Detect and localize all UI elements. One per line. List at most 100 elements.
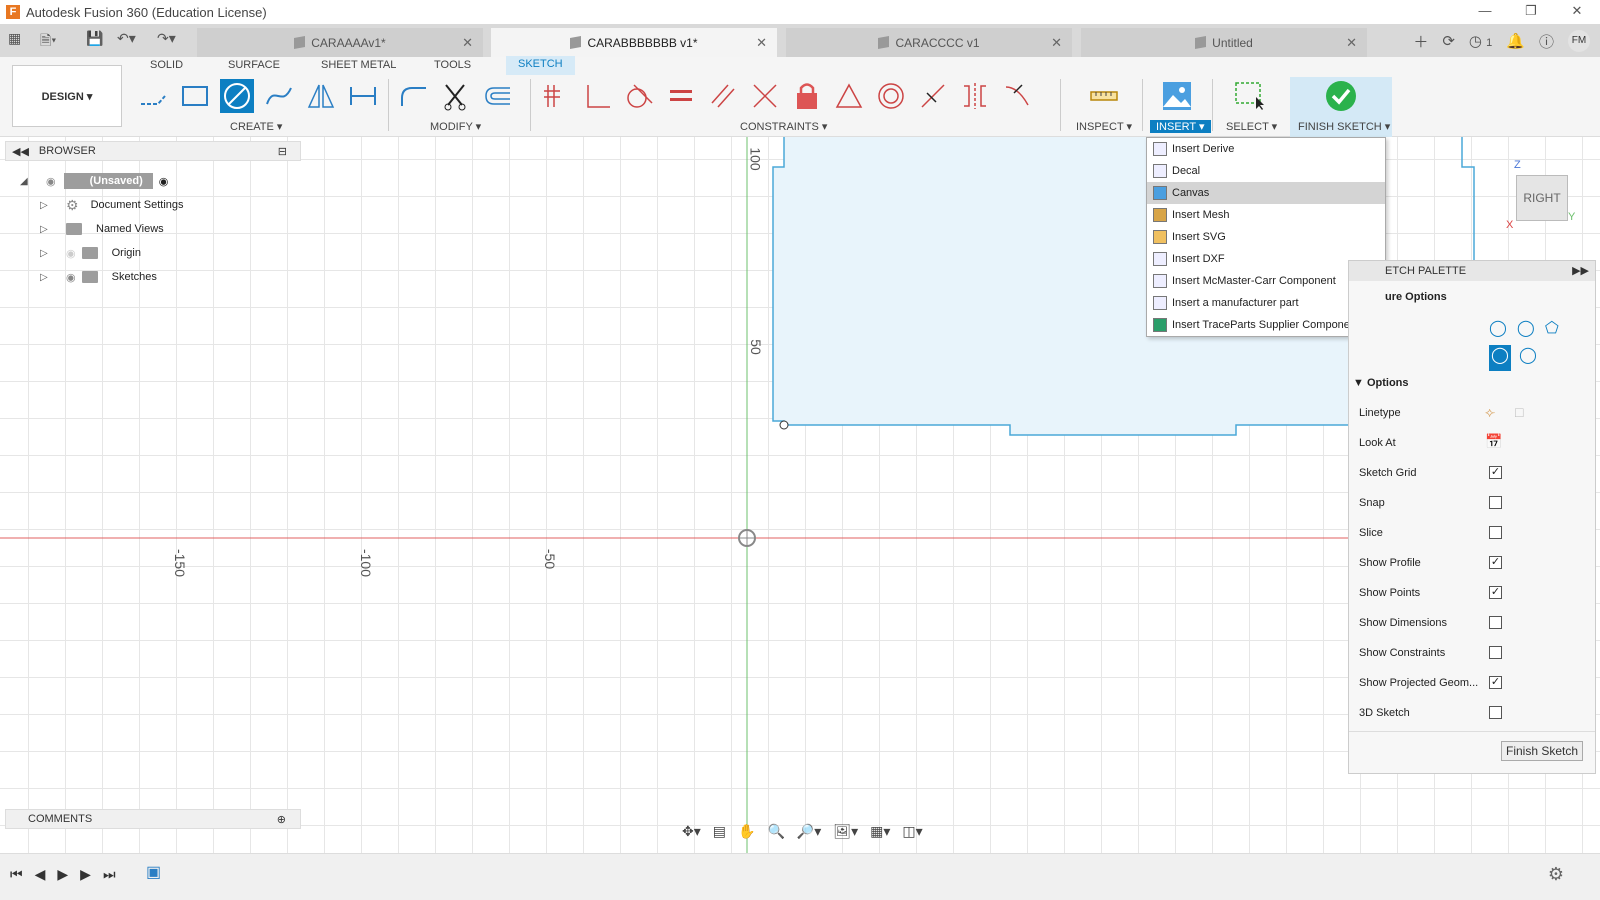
doc-tab-1[interactable]: CARAAAAv1* ✕ <box>197 28 483 57</box>
palette-header[interactable]: ETCH PALETTE ▶▶ <box>1349 261 1595 281</box>
snap-checkbox[interactable] <box>1489 496 1502 509</box>
spline-tool-icon[interactable] <box>262 79 296 113</box>
tangent-circle-icon[interactable]: ◯ <box>1489 345 1511 371</box>
new-tab-icon[interactable]: ＋ <box>1413 31 1428 52</box>
tree-item-document-settings[interactable]: ▷ ⚙ Document Settings <box>40 195 184 215</box>
modify-group-label[interactable]: MODIFY ▾ <box>430 120 481 133</box>
show-constraints-checkbox[interactable] <box>1489 646 1502 659</box>
measure-tool-icon[interactable] <box>1087 79 1121 113</box>
mirror-tool-icon[interactable] <box>304 79 338 113</box>
midpoint-constraint-icon[interactable] <box>916 79 950 113</box>
viewports-icon[interactable]: ◫▾ <box>902 823 922 840</box>
help-icon[interactable]: ⓘ <box>1539 31 1554 52</box>
workspace-switcher-button[interactable]: DESIGN ▾ <box>12 65 122 127</box>
visibility-eye-icon[interactable]: ◉ <box>46 175 56 188</box>
menu-item-insert-derive[interactable]: Insert Derive <box>1147 138 1385 160</box>
show-dimensions-checkbox[interactable] <box>1489 616 1502 629</box>
triangle-constraint-icon[interactable] <box>832 79 866 113</box>
visibility-eye-icon[interactable]: ◉ <box>66 271 76 284</box>
menu-item-decal[interactable]: Decal <box>1147 160 1385 182</box>
save-icon[interactable]: 💾 <box>86 30 103 47</box>
symmetry-constraint-icon[interactable] <box>958 79 992 113</box>
slice-checkbox[interactable] <box>1489 526 1502 539</box>
coincident-constraint-icon[interactable] <box>538 79 572 113</box>
look-at-icon[interactable]: 📅 <box>1485 433 1502 450</box>
pan-hand-icon[interactable]: ✋ <box>738 823 755 840</box>
expand-arrow-icon[interactable]: ▷ <box>40 224 52 235</box>
close-tab-icon[interactable]: ✕ <box>1346 35 1357 51</box>
step-forward-icon[interactable]: ▶ <box>80 866 91 883</box>
close-tab-icon[interactable]: ✕ <box>1051 35 1062 51</box>
fix-lock-icon[interactable] <box>790 79 824 113</box>
dimension-tool-icon[interactable] <box>346 79 380 113</box>
grid-settings-icon[interactable]: ▦▾ <box>870 823 890 840</box>
insert-image-icon[interactable] <box>1160 79 1194 113</box>
minus-icon[interactable]: ⊟ <box>278 145 287 158</box>
show-projected-geometry-checkbox[interactable]: ✓ <box>1489 676 1502 689</box>
collinear-constraint-icon[interactable] <box>748 79 782 113</box>
fillet-tool-icon[interactable] <box>396 79 430 113</box>
comments-panel[interactable]: COMMENTS ⊕ <box>5 809 301 829</box>
maximize-button[interactable]: ❐ <box>1508 0 1554 22</box>
curvature-constraint-icon[interactable] <box>1000 79 1034 113</box>
orbit-icon[interactable]: ✥▾ <box>682 823 701 840</box>
go-to-end-icon[interactable]: ⏭ <box>103 866 116 883</box>
step-back-icon[interactable]: ◀ <box>35 866 46 883</box>
menu-item-insert-mesh[interactable]: Insert Mesh <box>1147 204 1385 226</box>
activate-radio-icon[interactable]: ◉ <box>159 175 169 188</box>
create-group-label[interactable]: CREATE ▾ <box>230 120 282 133</box>
grid-icon[interactable]: ▦ <box>8 30 21 47</box>
line-tool-icon[interactable] <box>136 79 170 113</box>
sketch-timeline-icon[interactable]: ▣ <box>146 862 161 882</box>
view-cube[interactable]: Z RIGHT Y X <box>1506 159 1575 231</box>
construction-line-icon[interactable]: ⟣ <box>1485 404 1495 421</box>
redo-icon[interactable]: ↷▾ <box>157 30 176 47</box>
constraints-group-label[interactable]: CONSTRAINTS ▾ <box>740 120 827 133</box>
offset-tool-icon[interactable] <box>480 79 514 113</box>
rectangle-tool-icon[interactable] <box>178 79 212 113</box>
expand-arrow-icon[interactable]: ▷ <box>40 200 52 211</box>
circle-tool-icon[interactable] <box>220 79 254 113</box>
tree-item-sketches[interactable]: ▷ ◉ Sketches <box>40 267 157 287</box>
three-point-circle-icon[interactable]: ⬠ <box>1545 318 1559 338</box>
go-to-start-icon[interactable]: ⏮ <box>10 866 23 883</box>
finish-sketch-label[interactable]: FINISH SKETCH ▾ <box>1298 120 1390 133</box>
parallel-constraint-icon[interactable] <box>706 79 740 113</box>
extensions-icon[interactable]: ⟳ <box>1442 32 1455 50</box>
3d-sketch-checkbox[interactable] <box>1489 706 1502 719</box>
tree-root[interactable]: ◢ ◉ (Unsaved) ◉ <box>20 171 168 191</box>
doc-tab-2[interactable]: CARABBBBBBB v1* ✕ <box>491 28 777 57</box>
zoom-icon[interactable]: 🔍 <box>767 823 784 840</box>
perpendicular-constraint-icon[interactable] <box>580 79 614 113</box>
doc-tab-3[interactable]: CARACCCC v1 ✕ <box>786 28 1072 57</box>
menu-item-insert-svg[interactable]: Insert SVG <box>1147 226 1385 248</box>
tree-item-named-views[interactable]: ▷ Named Views <box>40 219 164 239</box>
close-tab-icon[interactable]: ✕ <box>462 35 473 51</box>
add-comment-icon[interactable]: ⊕ <box>277 813 286 826</box>
centerline-icon[interactable]: □ <box>1515 404 1523 420</box>
expand-arrow-icon[interactable]: ▷ <box>40 248 52 259</box>
expand-arrow-icon[interactable]: ◢ <box>20 176 32 187</box>
file-menu-icon[interactable]: 🗎▾ <box>40 30 56 54</box>
center-circle-icon[interactable]: ◯ <box>1489 318 1507 338</box>
viewcube-face[interactable]: RIGHT <box>1516 175 1568 221</box>
menu-item-canvas[interactable]: Canvas <box>1147 182 1385 204</box>
finish-checkmark-icon[interactable] <box>1324 79 1358 113</box>
show-points-checkbox[interactable]: ✓ <box>1489 586 1502 599</box>
expand-palette-icon[interactable]: ▶▶ <box>1572 261 1589 281</box>
show-profile-checkbox[interactable]: ✓ <box>1489 556 1502 569</box>
concentric-constraint-icon[interactable] <box>874 79 908 113</box>
minimize-button[interactable]: — <box>1462 0 1508 22</box>
finish-sketch-button[interactable]: Finish Sketch <box>1501 741 1584 761</box>
close-window-button[interactable]: ✕ <box>1554 0 1600 22</box>
select-window-icon[interactable] <box>1232 79 1266 113</box>
equal-constraint-icon[interactable] <box>664 79 698 113</box>
inspect-group-label[interactable]: INSPECT ▾ <box>1076 120 1132 133</box>
timeline-settings-gear-icon[interactable]: ⚙ <box>1548 864 1564 885</box>
expand-arrow-icon[interactable]: ▷ <box>40 272 52 283</box>
sketch-grid-checkbox[interactable]: ✓ <box>1489 466 1502 479</box>
insert-group-label[interactable]: INSERT ▾ <box>1150 120 1211 133</box>
fit-zoom-icon[interactable]: 🔎▾ <box>797 823 821 840</box>
notifications-icon[interactable]: 🔔 <box>1506 32 1525 50</box>
avatar[interactable]: FM <box>1568 30 1590 52</box>
